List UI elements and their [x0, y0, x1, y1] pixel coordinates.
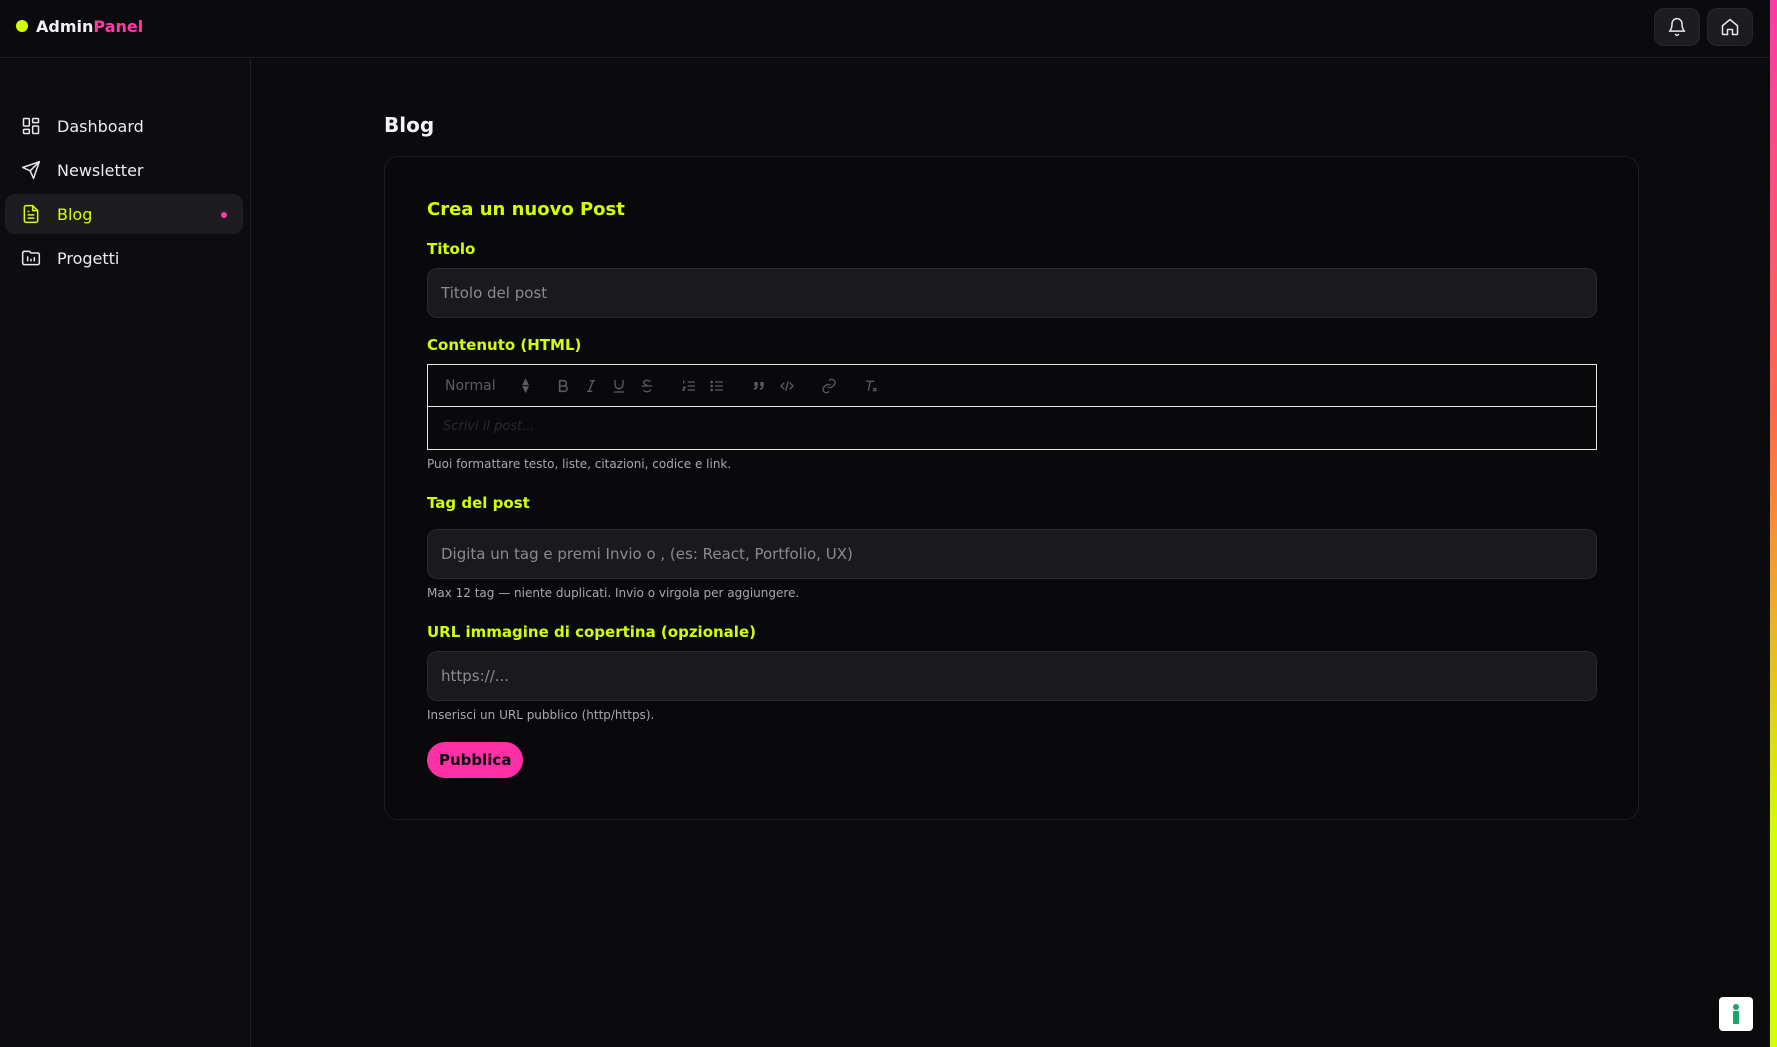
title-label: Titolo — [427, 240, 476, 258]
content-hint: Puoi formattare testo, liste, citazioni,… — [427, 457, 732, 471]
brand-name-admin: Admin — [36, 16, 94, 36]
sidebar-item-label: Blog — [57, 204, 93, 224]
folder-chart-icon — [21, 250, 41, 266]
active-indicator-dot — [221, 212, 227, 218]
bold-icon — [558, 379, 568, 393]
brand-dot-icon — [16, 20, 28, 32]
underline-icon — [613, 380, 625, 393]
sidebar-item-newsletter[interactable]: Newsletter — [5, 150, 243, 190]
heading-select-value: Normal — [445, 378, 496, 394]
sidebar: Dashboard Newsletter Blog Progetti — [0, 59, 251, 1047]
underline-button[interactable] — [609, 376, 629, 396]
home-button[interactable] — [1707, 8, 1753, 46]
sidebar-item-blog[interactable]: Blog — [5, 194, 243, 234]
page-title: Blog — [384, 113, 435, 137]
brand-name-panel: Panel — [93, 16, 144, 36]
card-title: Crea un nuovo Post — [427, 199, 625, 220]
cover-url-label: URL immagine di copertina (opzionale) — [427, 623, 756, 641]
accessibility-icon — [1733, 1004, 1739, 1024]
bullet-list-icon — [710, 380, 723, 392]
select-arrows-icon: ▲ ▼ — [522, 377, 529, 395]
sidebar-item-progetti[interactable]: Progetti — [5, 238, 243, 278]
strike-button[interactable] — [637, 376, 657, 396]
bold-button[interactable] — [553, 376, 573, 396]
bell-icon — [1668, 17, 1686, 37]
send-icon — [21, 160, 41, 180]
clear-format-icon — [866, 380, 877, 392]
ordered-list-icon — [681, 380, 695, 391]
code-button[interactable] — [777, 376, 797, 396]
sidebar-item-dashboard[interactable]: Dashboard — [5, 106, 243, 146]
rich-text-editor: Normal ▲ ▼ Scrivi il post... — [427, 364, 1597, 450]
publish-button[interactable]: Pubblica — [427, 742, 524, 778]
heading-select[interactable]: Normal ▲ ▼ — [445, 376, 529, 396]
notifications-button[interactable] — [1654, 8, 1700, 46]
document-icon — [23, 204, 39, 224]
tags-label: Tag del post — [427, 494, 530, 512]
sidebar-item-label: Progetti — [57, 248, 120, 268]
home-icon — [1721, 18, 1739, 36]
brand-logo[interactable]: Admin Panel — [16, 16, 143, 36]
tags-input[interactable] — [427, 529, 1597, 579]
ordered-list-button[interactable] — [679, 376, 699, 396]
scrollbar[interactable] — [1770, 0, 1777, 1047]
link-button[interactable] — [819, 376, 839, 396]
clear-format-button[interactable] — [861, 376, 881, 396]
quote-icon — [753, 382, 764, 390]
sidebar-item-label: Dashboard — [57, 116, 144, 136]
title-input[interactable] — [427, 268, 1597, 318]
dashboard-grid-icon — [22, 117, 40, 135]
editor-content[interactable]: Scrivi il post... — [428, 407, 1596, 449]
bullet-list-button[interactable] — [707, 376, 727, 396]
editor-placeholder: Scrivi il post... — [443, 419, 535, 434]
blockquote-button[interactable] — [749, 376, 769, 396]
sidebar-item-label: Newsletter — [57, 160, 144, 180]
cover-url-input[interactable] — [427, 651, 1597, 701]
code-icon — [780, 381, 794, 391]
italic-button[interactable] — [581, 376, 601, 396]
italic-icon — [587, 380, 595, 392]
strikethrough-icon — [641, 379, 653, 393]
top-bar: Admin Panel — [0, 0, 1770, 58]
editor-toolbar: Normal ▲ ▼ — [428, 365, 1596, 407]
accessibility-widget-button[interactable] — [1719, 997, 1753, 1031]
tags-hint: Max 12 tag — niente duplicati. Invio o v… — [427, 586, 800, 600]
create-post-card: Crea un nuovo Post Titolo Contenuto (HTM… — [384, 156, 1639, 820]
link-icon — [822, 378, 836, 394]
content-label: Contenuto (HTML) — [427, 336, 582, 354]
cover-url-hint: Inserisci un URL pubblico (http/https). — [427, 708, 655, 722]
